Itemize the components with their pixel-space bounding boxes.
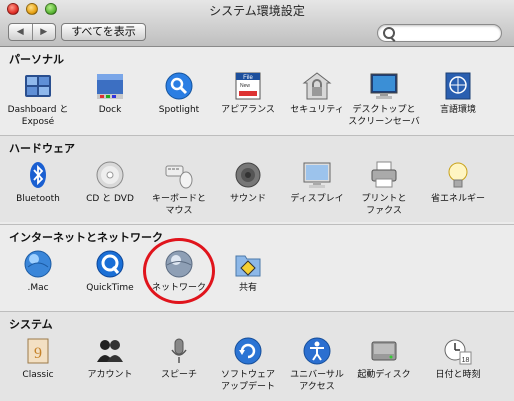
pref-keyboard-mouse[interactable]: キーボードと マウス <box>141 160 217 217</box>
pref-universal-access[interactable]: ユニバーサル アクセス <box>279 336 355 393</box>
pref-label: キーボードと マウス <box>151 194 206 216</box>
pref-bluetooth[interactable]: Bluetooth <box>0 160 76 205</box>
pref-dock[interactable]: Dock <box>72 71 148 116</box>
startup-disk-icon <box>369 336 399 366</box>
pref-label: Dock <box>98 105 122 115</box>
pref-startup-disk[interactable]: 起動ディスク <box>346 336 422 381</box>
show-all-button[interactable]: すべてを表示 <box>61 23 146 41</box>
date-day-text: 18 <box>462 357 470 364</box>
pref-label: QuickTime <box>86 283 134 293</box>
pref-label: ディスプレイ <box>290 194 344 204</box>
pref-label: プリントと ファクス <box>361 194 407 216</box>
pref-label: セキュリティ <box>290 105 344 115</box>
pref-label: 共有 <box>238 283 257 293</box>
pref-speech[interactable]: スピーチ <box>141 336 217 381</box>
sound-icon <box>233 160 263 190</box>
pref-label: アピアランス <box>221 105 275 115</box>
pref-label: 日付と時刻 <box>435 370 481 380</box>
back-forward-control: ◀ ▶ <box>8 23 56 41</box>
pref-label: Dashboard と Exposé <box>7 105 69 127</box>
section-title: システム <box>9 318 53 331</box>
energy-saver-icon <box>443 160 473 190</box>
pref-label: サウンド <box>229 194 266 204</box>
pref-label: スピーチ <box>160 370 197 380</box>
cd-dvd-icon <box>95 160 125 190</box>
classic-icon: 9 <box>23 336 53 366</box>
pref-print-fax[interactable]: プリントと ファクス <box>346 160 422 217</box>
highlight-circle <box>143 238 215 304</box>
forward-button[interactable]: ▶ <box>31 24 56 40</box>
pref-label: ソフトウェア アップデート <box>220 370 275 392</box>
pref-label: Bluetooth <box>16 194 60 204</box>
pref-sound[interactable]: サウンド <box>210 160 286 205</box>
pref-label: 言語環境 <box>439 105 476 115</box>
appearance-file-text: File <box>243 75 253 81</box>
pref-dashboard[interactable]: Dashboard と Exposé <box>0 71 76 128</box>
section-title: インターネットとネットワーク <box>9 231 163 244</box>
pref-mac[interactable]: .Mac <box>0 249 76 294</box>
universal-access-icon <box>302 336 332 366</box>
search-input[interactable] <box>398 26 496 40</box>
mac-icon <box>23 249 53 279</box>
pref-label: Classic <box>22 370 54 380</box>
pref-label: アカウント <box>87 370 133 380</box>
international-icon <box>443 71 473 101</box>
pref-classic[interactable]: 9 Classic <box>0 336 76 381</box>
dock-icon <box>95 71 125 101</box>
window-title: システム環境設定 <box>209 4 305 18</box>
keyboard-mouse-icon <box>164 160 194 190</box>
pref-date-time[interactable]: 18 日付と時刻 <box>420 336 496 381</box>
sharing-icon <box>233 249 263 279</box>
pref-international[interactable]: 言語環境 <box>420 71 496 116</box>
accounts-icon <box>95 336 125 366</box>
toolbar: システム環境設定 ◀ ▶ すべてを表示 <box>0 0 514 47</box>
pref-label: Spotlight <box>158 105 200 115</box>
search-icon <box>383 27 395 39</box>
spotlight-icon <box>164 71 194 101</box>
quicktime-icon <box>95 249 125 279</box>
pref-energy-saver[interactable]: 省エネルギー <box>420 160 496 205</box>
pref-label: CD と DVD <box>86 194 134 204</box>
pref-display[interactable]: ディスプレイ <box>279 160 355 205</box>
software-update-icon <box>233 336 263 366</box>
pref-appearance[interactable]: File New アピアランス <box>210 71 286 116</box>
pref-sharing[interactable]: 共有 <box>210 249 286 294</box>
section-system: システム 9 Classic アカウント スピーチ ソフトウェア アップデート <box>0 311 514 401</box>
section-title: パーソナル <box>9 53 64 66</box>
pref-quicktime[interactable]: QuickTime <box>72 249 148 294</box>
pref-spotlight[interactable]: Spotlight <box>141 71 217 116</box>
display-icon <box>302 160 332 190</box>
pref-label: 起動ディスク <box>357 370 411 380</box>
pref-software-update[interactable]: ソフトウェア アップデート <box>210 336 286 393</box>
pref-desktop[interactable]: デスクトップと スクリーンセーバ <box>346 71 422 128</box>
pref-accounts[interactable]: アカウント <box>72 336 148 381</box>
section-title: ハードウェア <box>9 142 75 155</box>
system-preferences-window: システム環境設定 ◀ ▶ すべてを表示 パーソナル Dashboard と Ex… <box>0 0 514 401</box>
section-hardware: ハードウェア Bluetooth CD と DVD キーボードと マウス サウン… <box>0 135 514 222</box>
svg-text:9: 9 <box>34 345 42 362</box>
bluetooth-icon <box>23 160 53 190</box>
desktop-icon <box>369 71 399 101</box>
pref-label: デスクトップと スクリーンセーバ <box>348 105 420 127</box>
pref-cd-dvd[interactable]: CD と DVD <box>72 160 148 205</box>
pref-label: ユニバーサル アクセス <box>290 370 344 392</box>
print-fax-icon <box>369 160 399 190</box>
back-button[interactable]: ◀ <box>9 24 32 40</box>
date-time-icon: 18 <box>443 336 473 366</box>
dashboard-icon <box>23 71 53 101</box>
pref-label: 省エネルギー <box>430 194 485 204</box>
pref-security[interactable]: セキュリティ <box>279 71 355 116</box>
security-icon <box>302 71 332 101</box>
speech-icon <box>164 336 194 366</box>
appearance-icon: File New <box>233 71 263 101</box>
appearance-new-text: New <box>240 83 250 89</box>
pref-label: .Mac <box>27 283 49 293</box>
search-field[interactable] <box>377 24 502 42</box>
section-internet-network: インターネットとネットワーク .Mac QuickTime ネットワーク 共有 <box>0 224 514 309</box>
section-personal: パーソナル Dashboard と Exposé Dock Spotlight … <box>0 47 514 133</box>
